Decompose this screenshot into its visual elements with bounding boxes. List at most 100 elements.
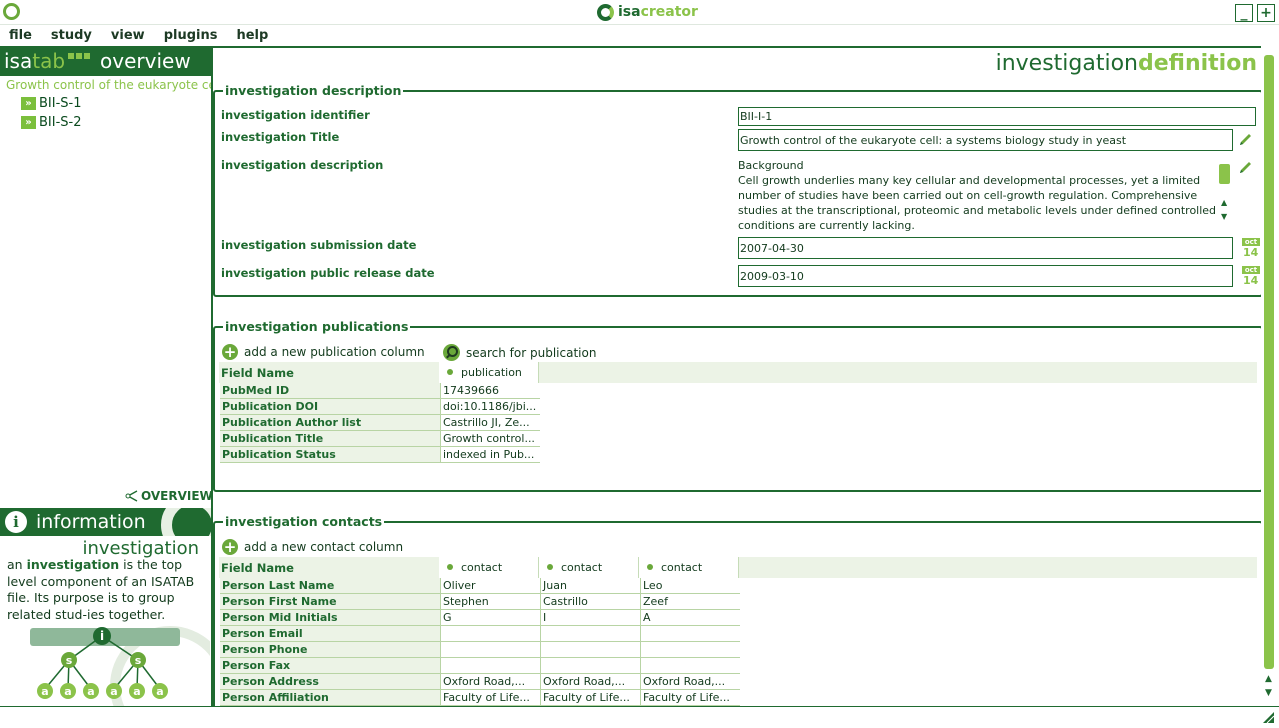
contact-column-header[interactable]: contact <box>439 557 539 578</box>
table-cell[interactable]: Stephen <box>440 594 540 610</box>
row-label: Person Affiliation <box>220 690 440 706</box>
main-scrollbar[interactable]: ▲ ▼ <box>1261 46 1279 706</box>
decorative-ring <box>161 508 211 536</box>
resize-grip-icon[interactable] <box>1261 710 1275 724</box>
field-name-header: Field Name <box>221 366 294 380</box>
plus-icon: + <box>222 538 238 556</box>
title-bar: isa creator _ + <box>0 0 1279 25</box>
scroll-up-icon[interactable]: ▲ <box>1221 198 1227 207</box>
diagram-assay-label: a <box>41 685 48 698</box>
scroll-down-icon[interactable]: ▼ <box>1221 212 1227 221</box>
information-header: i information <box>0 508 211 536</box>
table-cell[interactable] <box>540 658 640 674</box>
tree-root-investigation[interactable]: Growth control of the eukaryote cell: a … <box>3 78 211 92</box>
table-cell[interactable] <box>540 626 640 642</box>
table-cell[interactable]: Faculty of Life... <box>440 690 540 706</box>
table-cell[interactable]: indexed in Pub... <box>440 447 540 463</box>
description-scroll-thumb[interactable] <box>1219 164 1230 184</box>
contacts-section: investigation contacts + add a new conta… <box>213 514 1261 706</box>
calendar-day: 14 <box>1243 274 1259 287</box>
edit-pencil-icon[interactable] <box>1237 132 1253 148</box>
row-label: Publication DOI <box>220 399 440 415</box>
overview-link-label: OVERVIEW <box>141 489 213 503</box>
isatab-logo-icon <box>68 53 91 59</box>
menu-plugins[interactable]: plugins <box>164 28 218 43</box>
title-input[interactable] <box>738 129 1233 151</box>
overview-title: overview <box>100 49 191 73</box>
table-cell[interactable] <box>440 642 540 658</box>
description-textarea[interactable]: Background Cell growth underlies many ke… <box>738 158 1226 233</box>
table-cell[interactable]: Oliver <box>440 578 540 594</box>
row-label: Person Phone <box>220 642 440 658</box>
table-cell[interactable]: Castrillo JI, Ze... <box>440 415 540 431</box>
table-cell[interactable]: Faculty of Life... <box>640 690 740 706</box>
release-date-input[interactable] <box>738 265 1233 287</box>
row-label: Person First Name <box>220 594 440 610</box>
add-contact-button[interactable]: + add a new contact column <box>222 539 403 555</box>
publication-column-header[interactable]: publication <box>439 362 539 383</box>
diagram-assay-label: a <box>87 685 94 698</box>
description-section: investigation description investigation … <box>213 83 1261 297</box>
investigation-tree: Growth control of the eukaryote cell: a … <box>0 76 211 130</box>
table-cell[interactable] <box>640 626 740 642</box>
menu-view[interactable]: view <box>111 28 145 43</box>
info-icon: i <box>5 511 27 533</box>
menu-file[interactable]: file <box>9 28 32 43</box>
table-cell[interactable]: doi:10.1186/jbi... <box>440 399 540 415</box>
table-cell[interactable] <box>640 642 740 658</box>
page-title-plain: investigation <box>995 51 1138 76</box>
isacreator-logo-icon <box>597 3 614 21</box>
main-panel: investigationdefinition investigation de… <box>211 46 1261 706</box>
row-label: Person Email <box>220 626 440 642</box>
release-date-label: investigation public release date <box>221 266 435 280</box>
table-cell[interactable]: Oxford Road,... <box>540 674 640 690</box>
page-title-bold: definition <box>1137 51 1257 76</box>
table-cell[interactable]: Oxford Road,... <box>440 674 540 690</box>
identifier-input[interactable] <box>738 107 1256 126</box>
contact-column-header[interactable]: contact <box>639 557 739 578</box>
calendar-icon[interactable]: oct 14 <box>1242 238 1260 260</box>
submission-date-input[interactable] <box>738 237 1233 259</box>
add-publication-button[interactable]: + add a new publication column <box>222 344 425 360</box>
table-cell[interactable]: Growth control... <box>440 431 540 447</box>
search-publication-button[interactable]: search for publication <box>443 344 596 361</box>
table-cell[interactable] <box>440 658 540 674</box>
table-cell[interactable]: I <box>540 610 640 626</box>
scroll-up-icon[interactable]: ▲ <box>1265 674 1272 684</box>
table-cell[interactable]: Faculty of Life... <box>540 690 640 706</box>
description-text: Background Cell growth underlies many ke… <box>738 159 1217 232</box>
scroll-down-icon[interactable]: ▼ <box>1265 688 1272 698</box>
table-cell[interactable]: Castrillo <box>540 594 640 610</box>
tree-item-study[interactable]: » BII-S-2 <box>21 115 211 130</box>
overview-link[interactable]: OVERVIEW <box>125 489 213 503</box>
table-cell[interactable] <box>440 626 540 642</box>
row-label: Person Mid Initials <box>220 610 440 626</box>
maximize-button[interactable]: + <box>1257 4 1275 22</box>
table-cell[interactable]: Zeef <box>640 594 740 610</box>
table-cell[interactable] <box>540 642 640 658</box>
menu-study[interactable]: study <box>51 28 92 43</box>
menu-help[interactable]: help <box>236 28 268 43</box>
title-label: investigation Title <box>221 130 340 144</box>
calendar-icon[interactable]: oct 14 <box>1242 266 1260 288</box>
diagram-assay-label: a <box>156 685 163 698</box>
scrollbar-thumb[interactable] <box>1264 55 1274 669</box>
tree-item-study[interactable]: » BII-S-1 <box>21 96 211 111</box>
add-contact-label: add a new contact column <box>244 540 404 554</box>
column-dot-icon <box>447 369 453 375</box>
diagram-study-label: s <box>135 654 142 667</box>
table-cell[interactable]: Juan <box>540 578 640 594</box>
section-title: investigation description <box>223 83 404 98</box>
table-cell[interactable]: G <box>440 610 540 626</box>
column-dot-icon <box>547 564 553 570</box>
edit-pencil-icon[interactable] <box>1237 160 1253 176</box>
minimize-button[interactable]: _ <box>1235 4 1253 22</box>
table-cell[interactable]: 17439666 <box>440 383 540 399</box>
search-icon <box>443 344 460 361</box>
contact-column-header[interactable]: contact <box>539 557 639 578</box>
publications-grid-header: Field Name publication <box>219 362 1257 383</box>
table-cell[interactable]: Leo <box>640 578 740 594</box>
table-cell[interactable]: Oxford Road,... <box>640 674 740 690</box>
table-cell[interactable]: A <box>640 610 740 626</box>
table-cell[interactable] <box>640 658 740 674</box>
